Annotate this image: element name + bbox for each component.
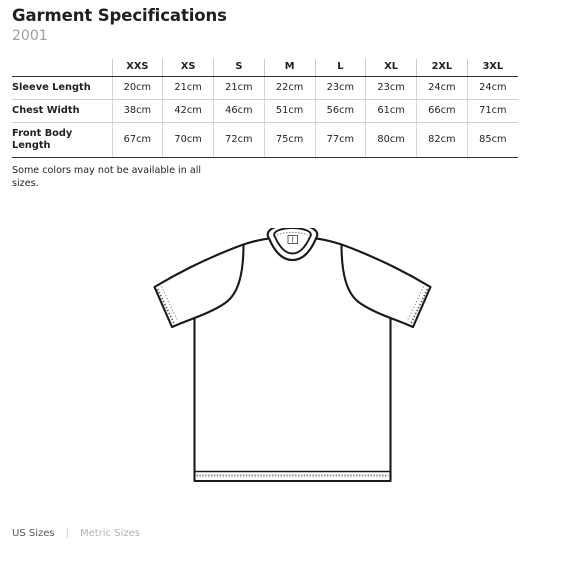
cell-front-body-length-s: 72cm [213,122,265,158]
cell-front-body-length-3xl: 85cm [466,122,518,158]
cell-chest-width-xl: 61cm [365,99,417,123]
garment-spec-table-container: XXS XS S M L XL 2XL 3XL Sleeve Length 20… [12,59,518,158]
row-label-sleeve-length: Sleeve Length [12,76,112,100]
cell-sleeve-length-m: 22cm [263,76,315,100]
cell-front-body-length-l: 77cm [314,122,366,158]
size-header-l: L [314,59,366,77]
cell-chest-width-3xl: 71cm [466,99,518,123]
size-header-m: M [263,59,315,77]
cell-chest-width-xs: 42cm [162,99,214,123]
garment-spec-table: XXS XS S M L XL 2XL 3XL Sleeve Length 20… [12,59,518,158]
table-row: Sleeve Length 20cm 21cm 21cm 22cm 23cm 2… [12,76,518,100]
us-sizes-tab[interactable]: US Sizes [12,528,55,539]
size-header-xs: XS [162,59,214,77]
row-label-chest-width: Chest Width [12,99,112,123]
cell-sleeve-length-xs: 21cm [162,76,214,100]
cell-sleeve-length-2xl: 24cm [416,76,468,100]
cell-chest-width-2xl: 66cm [416,99,468,123]
cell-front-body-length-xxs: 67cm [111,122,163,158]
size-header-xl: XL [365,59,417,77]
table-corner-cell [12,59,112,77]
table-header-row: XXS XS S M L XL 2XL 3XL [12,59,518,77]
cell-sleeve-length-s: 21cm [213,76,265,100]
cell-front-body-length-2xl: 82cm [416,122,468,158]
cell-chest-width-m: 51cm [263,99,315,123]
availability-note: Some colors may not be available in all … [12,165,202,189]
t-shirt-illustration [150,228,435,490]
shirt-body-outline [153,237,432,483]
row-label-front-body-length: Front Body Length [12,122,112,158]
table-row: Front Body Length 67cm 70cm 72cm 75cm 77… [12,122,518,158]
cell-chest-width-s: 46cm [213,99,265,123]
page-title: Garment Specifications [12,6,227,25]
cell-chest-width-xxs: 38cm [111,99,163,123]
cell-front-body-length-xs: 70cm [162,122,214,158]
cell-sleeve-length-3xl: 24cm [466,76,518,100]
cell-sleeve-length-l: 23cm [314,76,366,100]
product-code: 2001 [12,28,48,44]
size-unit-toggle: US Sizes | Metric Sizes [12,528,140,539]
cell-chest-width-l: 56cm [314,99,366,123]
size-header-xxs: XXS [111,59,163,77]
table-row: Chest Width 38cm 42cm 46cm 51cm 56cm 61c… [12,99,518,123]
cell-front-body-length-xl: 80cm [365,122,417,158]
footer-separator: | [65,528,69,539]
page-header: Garment Specifications 2001 [12,6,552,45]
size-header-2xl: 2XL [416,59,468,77]
size-header-s: S [213,59,265,77]
cell-sleeve-length-xxs: 20cm [111,76,163,100]
size-header-3xl: 3XL [466,59,518,77]
cell-front-body-length-m: 75cm [263,122,315,158]
cell-sleeve-length-xl: 23cm [365,76,417,100]
t-shirt-front-icon [153,228,432,483]
metric-sizes-tab[interactable]: Metric Sizes [80,528,140,539]
